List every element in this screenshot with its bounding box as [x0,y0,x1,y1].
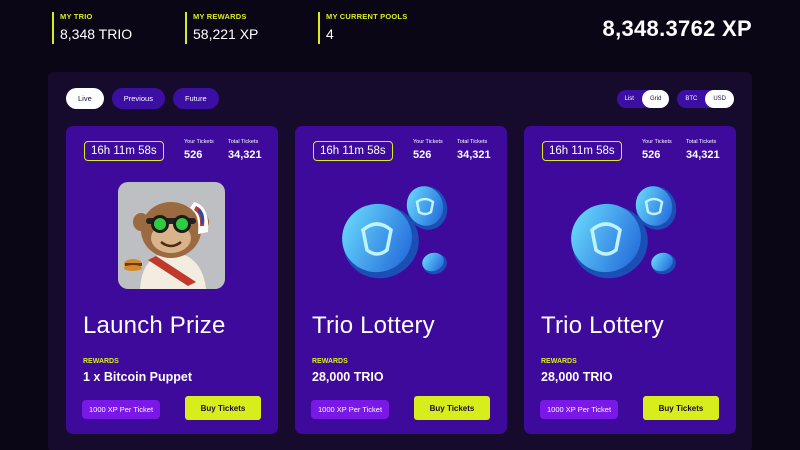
your-tickets-label: Your Tickets [642,139,672,145]
total-tickets-label: Total Tickets [228,139,259,145]
your-tickets: Your Tickets 526 [413,139,443,161]
my-trio-stat: MY TRIO 8,348 TRIO [52,12,132,44]
my-rewards-value: 58,221 XP [193,26,259,42]
usd-currency-button[interactable]: USD [705,90,734,108]
btc-currency-button[interactable]: BTC [677,90,705,108]
countdown-timer: 16h 11m 58s [542,141,622,161]
ticket-price-badge: 1000 XP Per Ticket [311,400,390,419]
your-tickets-value: 526 [184,149,203,161]
your-tickets-value: 526 [413,149,432,161]
pool-card[interactable]: 16h 11m 58s Your Tickets 526 Total Ticke… [66,126,278,434]
your-tickets: Your Tickets 526 [642,139,672,161]
total-tickets-value: 34,321 [228,149,262,161]
my-pools-label: MY CURRENT POOLS [326,12,408,21]
my-rewards-stat: MY REWARDS 58,221 XP [185,12,258,44]
tab-future[interactable]: Future [172,88,219,109]
ticket-price-badge: 1000 XP Per Ticket [540,400,619,419]
your-tickets: Your Tickets 526 [184,139,214,161]
your-tickets-label: Your Tickets [184,139,214,145]
total-tickets: Total Tickets 34,321 [686,139,720,161]
pool-card[interactable]: 16h 11m 58s Your Tickets 526 Total Ticke… [524,126,736,434]
my-rewards-label: MY REWARDS [193,12,247,21]
layout-toggle: List Grid [616,90,670,108]
stats-bar: MY TRIO 8,348 TRIO MY REWARDS 58,221 XP … [0,0,800,60]
tab-live[interactable]: Live [66,88,104,109]
total-tickets-label: Total Tickets [457,139,488,145]
list-view-button[interactable]: List [617,90,642,108]
rewards-value: 1 x Bitcoin Puppet [83,370,193,384]
pools-panel: Live Previous Future List Grid BTC USD 1… [48,72,752,450]
buy-tickets-button[interactable]: Buy Tickets [643,396,719,420]
rewards-label: REWARDS [312,358,348,365]
ticket-price-badge: 1000 XP Per Ticket [82,400,161,419]
my-trio-label: MY TRIO [60,12,93,21]
my-pools-stat: MY CURRENT POOLS 4 [318,12,407,44]
trio-coins-image [337,178,457,298]
card-title: Trio Lottery [541,312,664,339]
card-title: Trio Lottery [312,312,435,339]
your-tickets-label: Your Tickets [413,139,443,145]
rewards-value: 28,000 TRIO [541,370,613,384]
bitcoin-puppet-image [118,182,225,289]
buy-tickets-button[interactable]: Buy Tickets [185,396,261,420]
rewards-label: REWARDS [541,358,577,365]
currency-toggle: BTC USD [677,90,734,108]
xp-total: 8,348.3762 XP [602,16,752,41]
countdown-timer: 16h 11m 58s [84,141,164,161]
countdown-timer: 16h 11m 58s [313,141,393,161]
total-tickets-value: 34,321 [686,149,720,161]
buy-tickets-button[interactable]: Buy Tickets [414,396,490,420]
grid-view-button[interactable]: Grid [641,90,670,108]
view-toggles: List Grid BTC USD [616,90,734,108]
total-tickets: Total Tickets 34,321 [457,139,491,161]
total-tickets-value: 34,321 [457,149,491,161]
trio-coins-image [566,178,686,298]
total-tickets-label: Total Tickets [686,139,717,145]
tab-previous[interactable]: Previous [111,88,165,109]
filter-tabs: Live Previous Future [66,88,219,109]
pool-card[interactable]: 16h 11m 58s Your Tickets 526 Total Ticke… [295,126,507,434]
rewards-label: REWARDS [83,358,119,365]
your-tickets-value: 526 [642,149,661,161]
my-pools-value: 4 [326,26,334,42]
total-tickets: Total Tickets 34,321 [228,139,262,161]
my-trio-value: 8,348 TRIO [60,26,133,42]
rewards-value: 28,000 TRIO [312,370,384,384]
card-title: Launch Prize [83,312,226,339]
